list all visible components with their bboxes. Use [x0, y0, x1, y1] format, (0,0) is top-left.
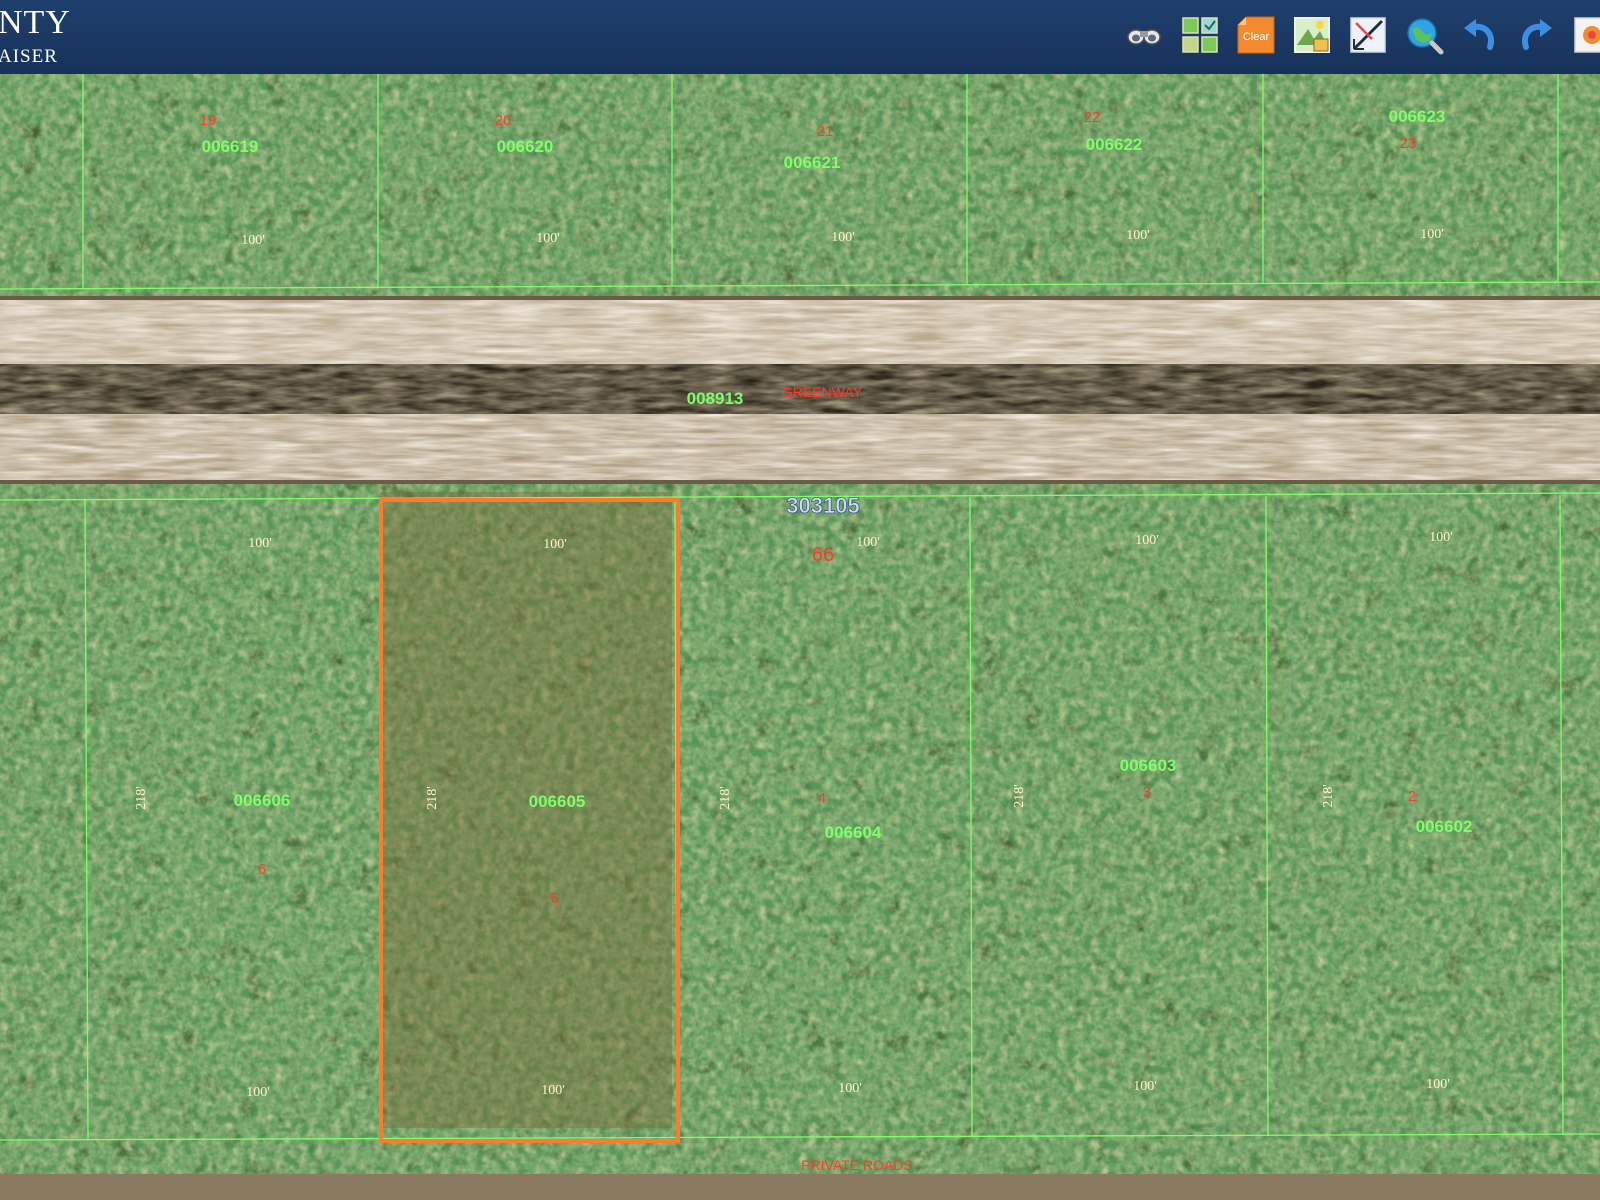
globe-search-icon [1407, 18, 1444, 55]
lot-index-label: 22 [1084, 109, 1101, 126]
lot-id-label[interactable]: 006603 [1120, 756, 1177, 775]
lot-frontage-label: 100' [536, 231, 560, 246]
lot-id-label[interactable]: 006619 [202, 137, 259, 156]
lot-index-label: 4 [818, 790, 826, 807]
plat-number-label: 303105 [786, 493, 859, 518]
aerial-map[interactable]: 008913 GREENWAY PRIVATE ROADS 303105 66 … [0, 74, 1600, 1200]
lot-top-dimension: 100' [1429, 530, 1453, 545]
lot-bottom-dimension: 100' [1133, 1079, 1157, 1094]
map-toolbar: Clear [1124, 12, 1600, 58]
lot-index-label: 3 [1143, 784, 1151, 801]
clear-button[interactable]: Clear [1236, 15, 1276, 55]
lot-depth-dimension: 218' [718, 786, 733, 810]
lot-frontage-label: 100' [831, 230, 855, 245]
road-lane-south-texture [0, 414, 1600, 480]
lot-frontage-label: 100' [1420, 227, 1444, 242]
layers-grid-icon [1182, 17, 1218, 53]
lot-top-dimension: 100' [856, 535, 880, 550]
map-sheet-icon [1294, 17, 1330, 53]
lot-index-label: 19 [200, 112, 217, 129]
lot-frontage-label: 100' [241, 233, 265, 248]
lot-id-label[interactable]: 006606 [234, 791, 291, 810]
more-tools-button[interactable] [1572, 15, 1600, 55]
lot-id-label[interactable]: 006621 [784, 153, 841, 172]
road-parcel-id: 008913 [687, 389, 744, 408]
lot-depth-dimension: 218' [134, 786, 149, 810]
lot-top-dimension: 100' [1135, 533, 1159, 548]
lot-index-label: 21 [817, 123, 834, 140]
lot-id-label[interactable]: 006623 [1389, 107, 1446, 126]
redo-icon [1522, 19, 1552, 50]
lot-bottom-dimension: 100' [246, 1085, 270, 1100]
block-number-label: 66 [812, 544, 834, 566]
vegetation-highlight-texture [0, 74, 1600, 1200]
lot-index-label: 2 [1408, 788, 1416, 805]
header-bar: NTY AISER Clear [0, 0, 1600, 76]
lot-index-label: 5 [551, 890, 559, 907]
lot-depth-dimension: 218' [425, 786, 440, 810]
private-road-strip [0, 1174, 1600, 1200]
lot-index-label: 20 [495, 112, 512, 129]
road-name-label: GREENWAY [782, 384, 863, 400]
more-icon [1574, 17, 1600, 53]
lot-top-dimension: 100' [543, 537, 567, 552]
clear-icon: Clear [1237, 16, 1275, 54]
selected-lot-id-label[interactable]: 006605 [529, 792, 586, 811]
map-canvas[interactable]: 008913 GREENWAY PRIVATE ROADS 303105 66 … [0, 74, 1600, 1200]
lot-bare-ground [380, 492, 672, 1128]
private-road-label: PRIVATE ROADS [801, 1157, 913, 1173]
road-lane-north-texture [0, 300, 1600, 364]
lot-depth-dimension: 218' [1321, 784, 1336, 808]
lot-index-label: 23 [1400, 135, 1417, 152]
undo-button[interactable] [1460, 15, 1500, 55]
lot-frontage-label: 100' [1126, 228, 1150, 243]
lot-index-label: 6 [258, 861, 266, 878]
brand-title: NTY [0, 4, 71, 41]
measure-icon [1350, 17, 1386, 53]
lot-id-label[interactable]: 006620 [497, 137, 554, 156]
lot-depth-dimension: 218' [1012, 784, 1027, 808]
redo-button[interactable] [1516, 15, 1556, 55]
layers-button[interactable] [1180, 15, 1220, 55]
svg-text:Clear: Clear [1243, 31, 1270, 43]
lot-id-label[interactable]: 006602 [1416, 817, 1473, 836]
lot-bottom-dimension: 100' [838, 1081, 862, 1096]
lot-bottom-dimension: 100' [1426, 1077, 1450, 1092]
gis-map-app: NTY AISER Clear 008913 GREENWAY PRIVATE … [0, 0, 1600, 1200]
globe-search-button[interactable] [1404, 15, 1444, 55]
binoculars-icon [1127, 29, 1161, 45]
undo-icon [1464, 19, 1494, 50]
map-sheet-button[interactable] [1292, 15, 1332, 55]
lot-top-dimension: 100' [248, 536, 272, 551]
brand-subtitle: AISER [0, 46, 58, 67]
binoculars-button[interactable] [1124, 15, 1164, 55]
lot-bottom-dimension: 100' [541, 1083, 565, 1098]
lot-id-label[interactable]: 006622 [1086, 135, 1143, 154]
lot-id-label[interactable]: 006604 [825, 823, 882, 842]
measure-button[interactable] [1348, 15, 1388, 55]
